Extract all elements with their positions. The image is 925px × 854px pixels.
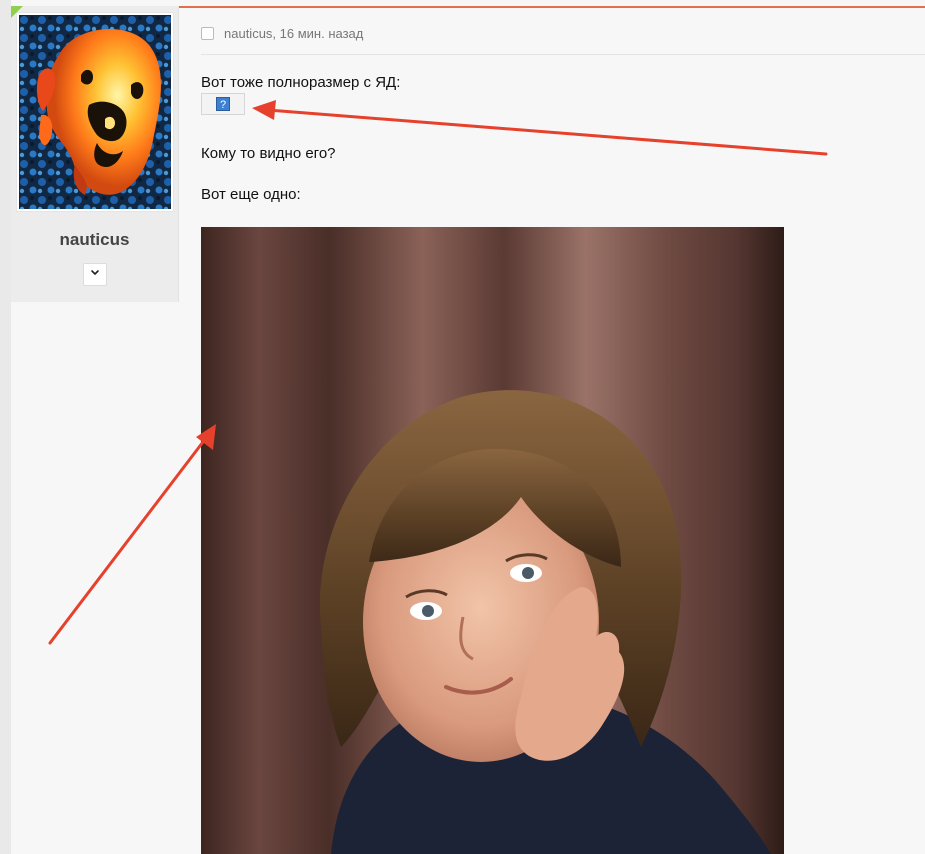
post-top-accent-line xyxy=(178,6,925,8)
post-text-line-1: Вот тоже полноразмер с ЯД: xyxy=(201,74,401,91)
select-post-checkbox[interactable] xyxy=(201,26,214,40)
arrow-to-broken-image xyxy=(252,100,828,156)
post-photo[interactable] xyxy=(201,227,784,854)
post-text-line-3: Вот еще одно: xyxy=(201,186,301,203)
arrow-to-photo xyxy=(48,424,216,645)
post-header: nauticus, 16 мин. назад xyxy=(201,24,363,42)
new-post-marker xyxy=(11,6,23,18)
broken-image-icon: ? xyxy=(216,97,230,111)
portrait-photo[interactable] xyxy=(201,227,784,854)
author-name[interactable]: nauticus xyxy=(11,230,178,250)
broken-image-placeholder[interactable]: ? xyxy=(201,93,245,115)
avatar-frame[interactable] xyxy=(17,13,173,211)
author-menu-button[interactable] xyxy=(83,263,107,286)
post-meta[interactable]: nauticus, 16 мин. назад xyxy=(224,26,363,41)
chevron-down-icon xyxy=(90,268,100,280)
post-header-divider xyxy=(201,54,925,55)
post-text-line-2: Кому то видно его? xyxy=(201,145,336,162)
avatar[interactable] xyxy=(19,15,171,209)
author-panel: nauticus xyxy=(11,6,179,302)
page-left-gutter xyxy=(0,0,11,854)
forum-page: nauticus nauticus, 16 мин. назад Вот тож… xyxy=(0,0,925,854)
